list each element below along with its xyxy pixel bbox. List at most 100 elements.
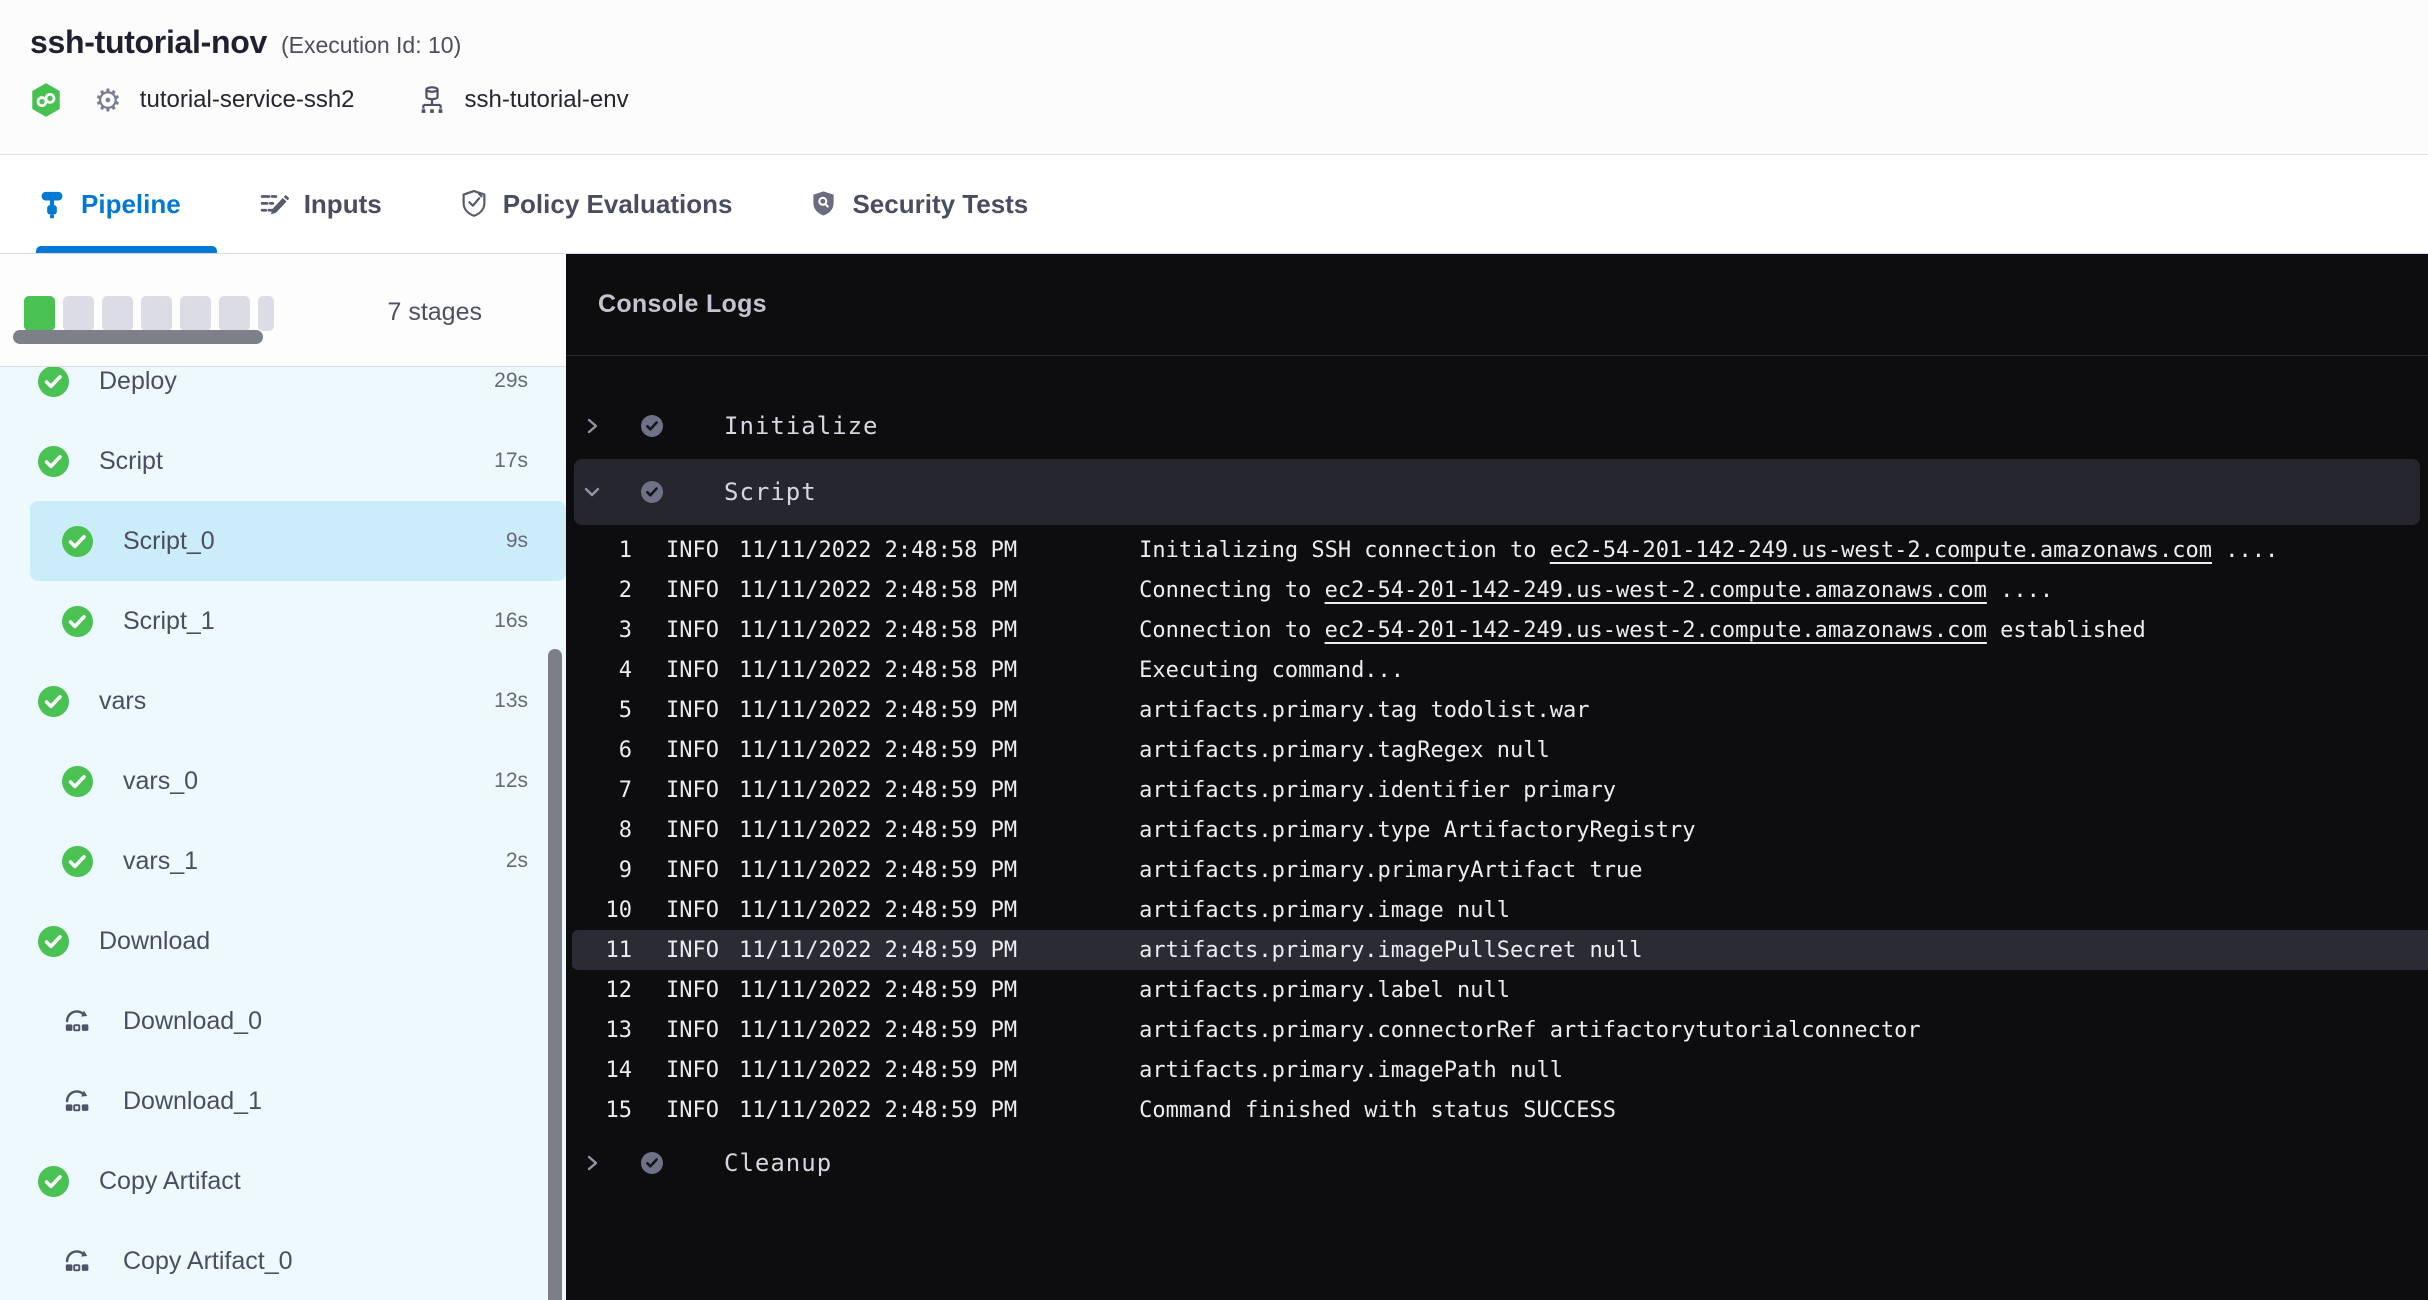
stage-label: Download_0 bbox=[123, 1007, 262, 1036]
chevron-right-icon[interactable] bbox=[584, 416, 600, 436]
stage-row[interactable]: Script 17s bbox=[30, 421, 566, 501]
log-message-text: Connection to bbox=[1139, 618, 1324, 643]
stage-duration: 13s bbox=[494, 689, 528, 713]
tab-pipeline[interactable]: Pipeline bbox=[38, 155, 217, 253]
log-line[interactable]: 4 INFO 11/11/2022 2:48:58 PM Executing c… bbox=[572, 650, 2428, 690]
stage-row[interactable]: Copy Artifact bbox=[30, 1141, 566, 1221]
stage-progress-block bbox=[180, 296, 211, 331]
vertical-scrollbar[interactable] bbox=[548, 649, 562, 1300]
log-line[interactable]: 5 INFO 11/11/2022 2:48:59 PM artifacts.p… bbox=[572, 690, 2428, 730]
tab-security-tests[interactable]: Security Tests bbox=[810, 155, 1064, 253]
log-line-number: 6 bbox=[572, 738, 632, 763]
stage-row[interactable]: Script_0 9s bbox=[30, 501, 566, 581]
stage-row[interactable]: vars_0 12s bbox=[30, 741, 566, 821]
log-line[interactable]: 1 INFO 11/11/2022 2:48:58 PM Initializin… bbox=[572, 530, 2428, 570]
log-line[interactable]: 15 INFO 11/11/2022 2:48:59 PM Command fi… bbox=[572, 1090, 2428, 1130]
log-level: INFO bbox=[666, 1058, 719, 1083]
log-line[interactable]: 6 INFO 11/11/2022 2:48:59 PM artifacts.p… bbox=[572, 730, 2428, 770]
log-timestamp: 11/11/2022 2:48:59 PM bbox=[739, 978, 1017, 1003]
stage-row[interactable]: vars_1 2s bbox=[30, 821, 566, 901]
log-message-text: Command finished with status SUCCESS bbox=[1139, 1098, 1616, 1123]
stage-row[interactable]: Download bbox=[30, 901, 566, 981]
log-message-text: Initializing SSH connection to bbox=[1139, 538, 1550, 563]
log-line[interactable]: 9 INFO 11/11/2022 2:48:59 PM artifacts.p… bbox=[572, 850, 2428, 890]
log-message: artifacts.primary.tagRegex null bbox=[1139, 738, 1550, 763]
chevron-down-icon[interactable] bbox=[584, 482, 600, 502]
success-check-icon bbox=[62, 766, 93, 797]
log-section-label: Initialize bbox=[724, 412, 879, 440]
tab-policy-evaluations[interactable]: Policy Evaluations bbox=[460, 155, 769, 253]
log-message: artifacts.primary.imagePullSecret null bbox=[1139, 938, 1642, 963]
stage-row[interactable]: Download_1 bbox=[30, 1061, 566, 1141]
stage-row[interactable]: Script_1 16s bbox=[30, 581, 566, 661]
stage-label: Script_0 bbox=[123, 527, 215, 556]
title-row: ssh-tutorial-nov (Execution Id: 10) bbox=[30, 24, 2428, 61]
stage-label: vars_1 bbox=[123, 847, 198, 876]
log-timestamp: 11/11/2022 2:48:59 PM bbox=[739, 898, 1017, 923]
inputs-icon bbox=[259, 189, 289, 219]
log-timestamp: 11/11/2022 2:48:58 PM bbox=[739, 618, 1017, 643]
log-line-number: 13 bbox=[572, 1018, 632, 1043]
success-check-icon bbox=[38, 926, 69, 957]
stage-row[interactable]: vars 13s bbox=[30, 661, 566, 741]
log-line-number: 10 bbox=[572, 898, 632, 923]
horizontal-scrollbar[interactable] bbox=[13, 330, 263, 344]
tab-label: Security Tests bbox=[852, 189, 1028, 220]
log-line[interactable]: 12 INFO 11/11/2022 2:48:59 PM artifacts.… bbox=[572, 970, 2428, 1010]
chevron-right-icon[interactable] bbox=[584, 1153, 600, 1173]
log-message-text: artifacts.primary.label null bbox=[1139, 978, 1510, 1003]
log-line[interactable]: 11 INFO 11/11/2022 2:48:59 PM artifacts.… bbox=[572, 930, 2428, 970]
log-line[interactable]: 13 INFO 11/11/2022 2:48:59 PM artifacts.… bbox=[572, 1010, 2428, 1050]
stage-duration: 17s bbox=[494, 449, 528, 473]
tab-inputs[interactable]: Inputs bbox=[259, 155, 418, 253]
log-line[interactable]: 14 INFO 11/11/2022 2:48:59 PM artifacts.… bbox=[572, 1050, 2428, 1090]
log-line[interactable]: 3 INFO 11/11/2022 2:48:58 PM Connection … bbox=[572, 610, 2428, 650]
stage-row[interactable]: Download_0 bbox=[30, 981, 566, 1061]
log-timestamp: 11/11/2022 2:48:59 PM bbox=[739, 738, 1017, 763]
log-level: INFO bbox=[666, 1098, 719, 1123]
log-section-script[interactable]: Script bbox=[574, 459, 2420, 525]
log-line-number: 11 bbox=[572, 938, 632, 963]
log-line[interactable]: 10 INFO 11/11/2022 2:48:59 PM artifacts.… bbox=[572, 890, 2428, 930]
log-hostname-link[interactable]: ec2-54-201-142-249.us-west-2.compute.ama… bbox=[1550, 538, 2212, 563]
environment-name[interactable]: ssh-tutorial-env bbox=[465, 86, 629, 114]
stage-progress-blocks bbox=[24, 296, 286, 331]
stage-duration: 29s bbox=[494, 369, 528, 393]
success-check-icon bbox=[640, 414, 664, 438]
log-hostname-link[interactable]: ec2-54-201-142-249.us-west-2.compute.ama… bbox=[1325, 618, 1987, 643]
stage-row[interactable]: Copy Artifact_0 bbox=[30, 1221, 566, 1300]
log-timestamp: 11/11/2022 2:48:58 PM bbox=[739, 578, 1017, 603]
step-group-icon bbox=[62, 1006, 93, 1037]
log-level: INFO bbox=[666, 938, 719, 963]
security-shield-scan-icon bbox=[810, 189, 837, 219]
log-message-text: Connecting to bbox=[1139, 578, 1324, 603]
log-message: artifacts.primary.tag todolist.war bbox=[1139, 698, 1589, 723]
log-message-text: artifacts.primary.identifier primary bbox=[1139, 778, 1616, 803]
log-level: INFO bbox=[666, 858, 719, 883]
log-line[interactable]: 7 INFO 11/11/2022 2:48:59 PM artifacts.p… bbox=[572, 770, 2428, 810]
log-timestamp: 11/11/2022 2:48:59 PM bbox=[739, 1018, 1017, 1043]
stage-duration: 9s bbox=[506, 529, 528, 553]
stage-duration: 12s bbox=[494, 769, 528, 793]
log-section-cleanup[interactable]: Cleanup bbox=[574, 1130, 2420, 1196]
service-name[interactable]: tutorial-service-ssh2 bbox=[140, 86, 355, 114]
log-line[interactable]: 2 INFO 11/11/2022 2:48:58 PM Connecting … bbox=[572, 570, 2428, 610]
header-meta-row: ⚙ tutorial-service-ssh2 ssh-tutorial-env bbox=[30, 83, 2428, 117]
stage-label: Download_1 bbox=[123, 1087, 262, 1116]
log-line[interactable]: 8 INFO 11/11/2022 2:48:59 PM artifacts.p… bbox=[572, 810, 2428, 850]
log-line-number: 15 bbox=[572, 1098, 632, 1123]
log-section-label: Script bbox=[724, 478, 817, 506]
log-timestamp: 11/11/2022 2:48:58 PM bbox=[739, 538, 1017, 563]
stage-label: Script_1 bbox=[123, 607, 215, 636]
log-section-initialize[interactable]: Initialize bbox=[574, 393, 2420, 459]
log-hostname-link[interactable]: ec2-54-201-142-249.us-west-2.compute.ama… bbox=[1325, 578, 1987, 603]
stage-row[interactable]: Deploy 29s bbox=[30, 367, 566, 421]
success-check-icon bbox=[62, 526, 93, 557]
log-message: artifacts.primary.identifier primary bbox=[1139, 778, 1616, 803]
tab-label: Policy Evaluations bbox=[503, 189, 733, 220]
tab-label: Inputs bbox=[304, 189, 382, 220]
pipeline-icon bbox=[38, 189, 66, 219]
stage-duration: 2s bbox=[506, 849, 528, 873]
log-level: INFO bbox=[666, 698, 719, 723]
log-timestamp: 11/11/2022 2:48:59 PM bbox=[739, 938, 1017, 963]
